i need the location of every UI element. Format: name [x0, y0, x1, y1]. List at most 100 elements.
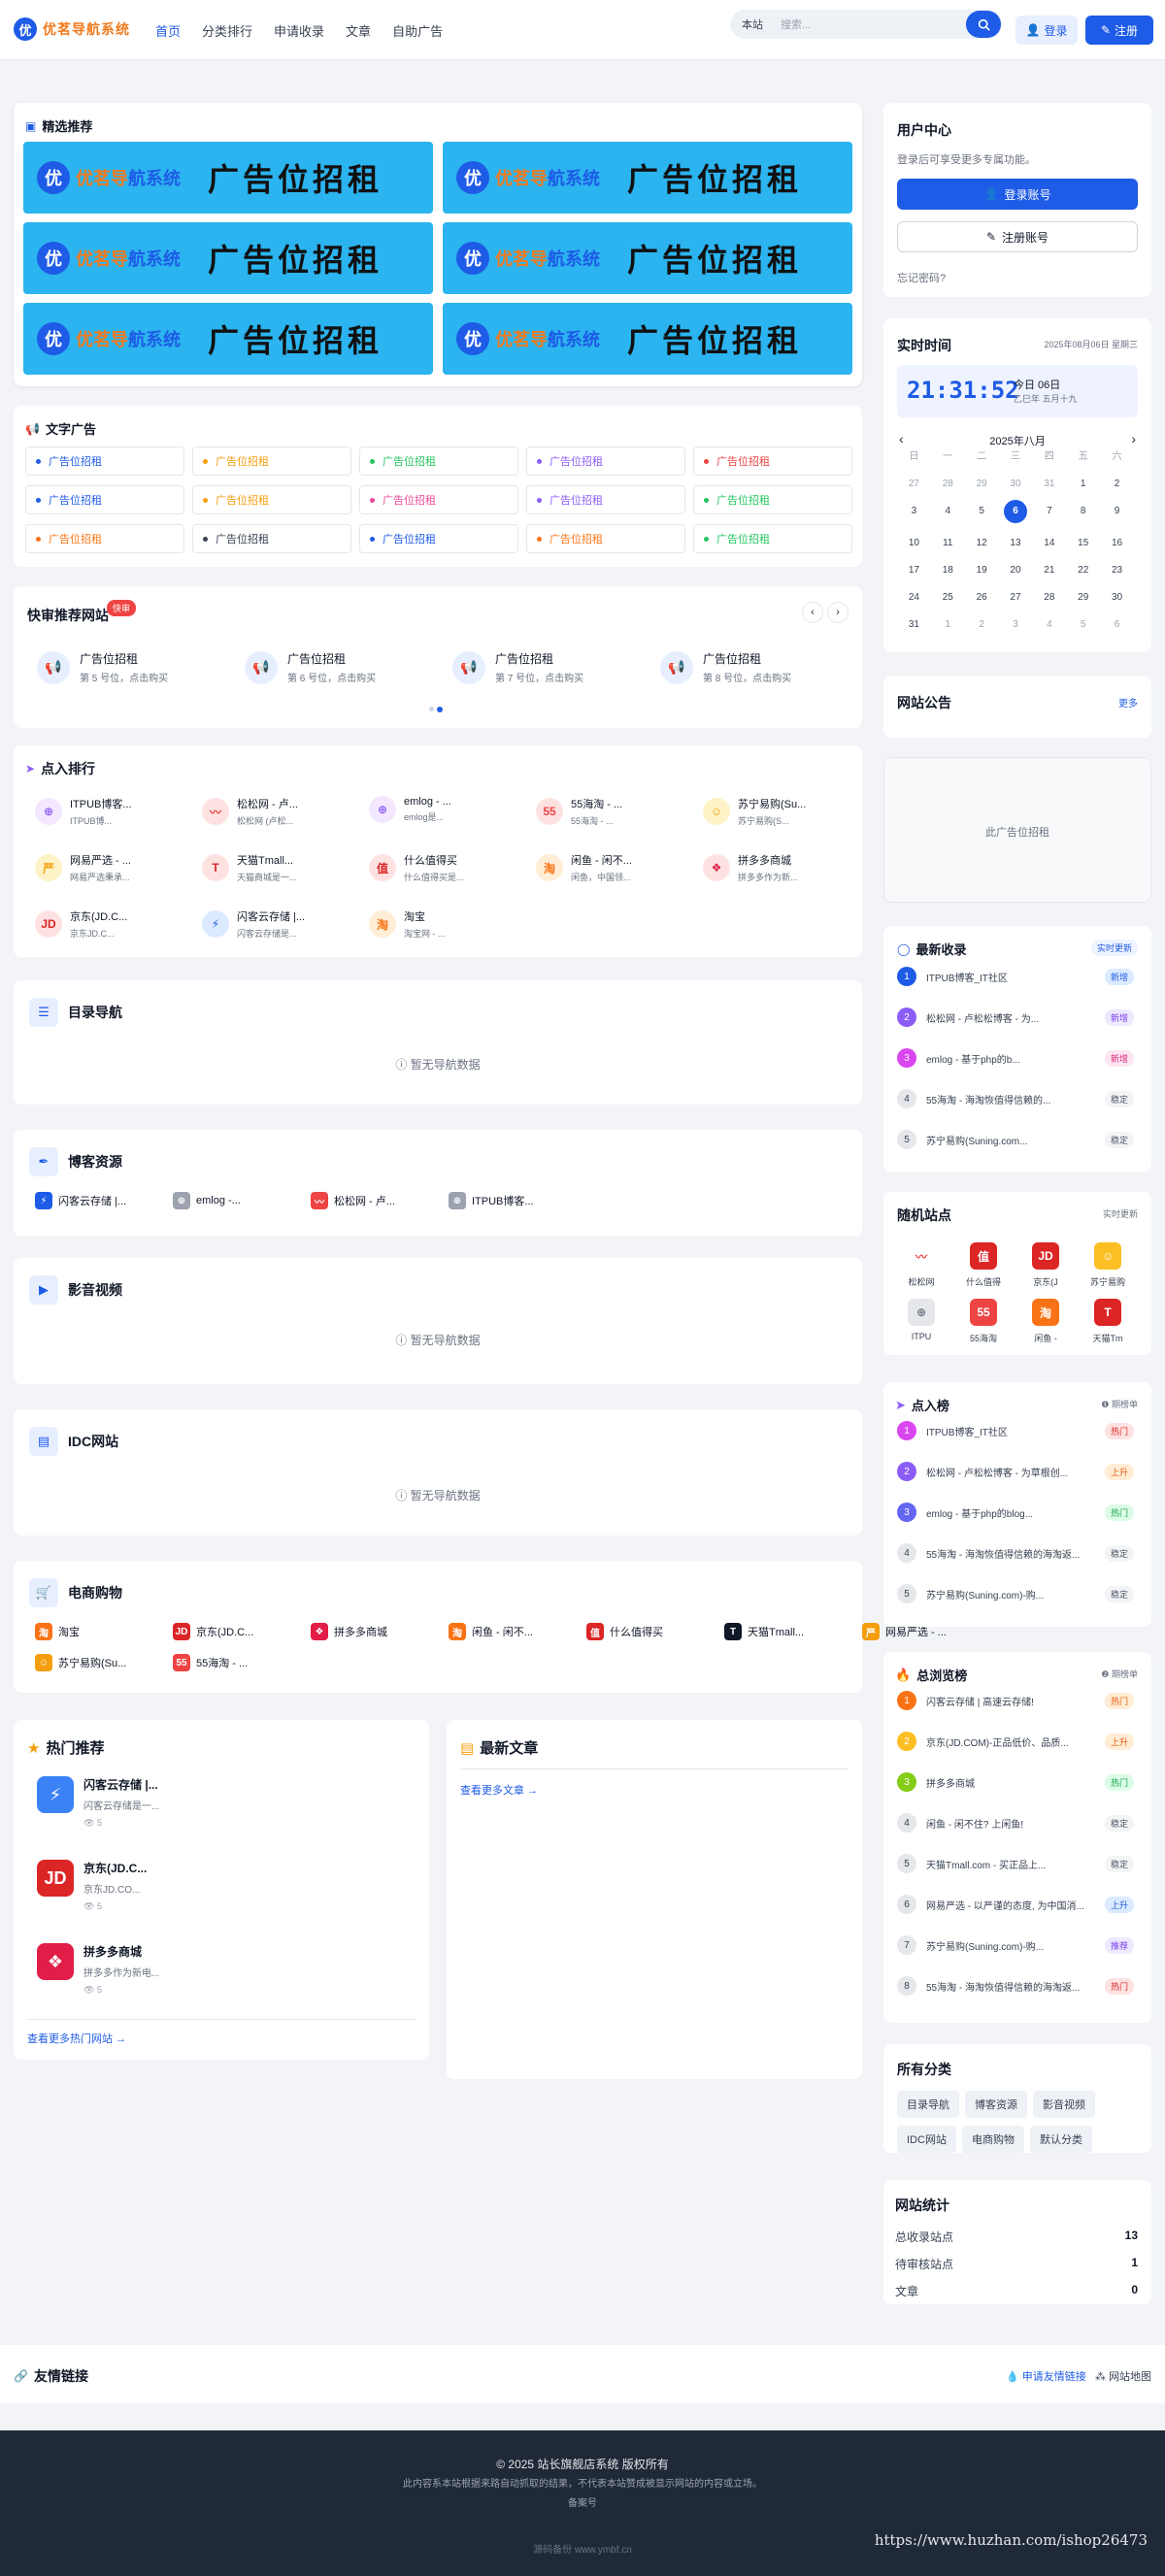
calendar-day[interactable]: 28 — [931, 478, 965, 491]
calendar-day[interactable]: 3 — [999, 618, 1033, 632]
quick-review-item[interactable]: 📢 广告位招租第 6 号位，点击购买 — [245, 650, 376, 684]
shop-site-link[interactable]: 淘淘宝 — [35, 1623, 80, 1640]
text-ad-item[interactable]: 广告位招租 — [192, 485, 351, 514]
rank-row[interactable]: 3 拼多多商城 热门 — [897, 1772, 1134, 1792]
rank-row[interactable]: 7 苏宁易购(Suning.com)-购... 推荐 — [897, 1935, 1134, 1955]
click-rank-item[interactable]: ⊕ ITPUB博客... ITPUB博... — [35, 796, 181, 827]
calendar-day[interactable]: 4 — [1032, 618, 1066, 632]
calendar-day[interactable]: 23 — [1100, 564, 1134, 578]
text-ad-item[interactable]: 广告位招租 — [25, 485, 184, 514]
calendar-day[interactable]: 27 — [897, 478, 931, 491]
rank-row[interactable]: 1 ITPUB博客_IT社区 新增 — [897, 967, 1134, 986]
blog-site-link[interactable]: 〰松松网 - 卢... — [311, 1192, 395, 1209]
click-rank-item[interactable]: 值什么值得买 什么值得买是... — [369, 852, 515, 883]
hot-item[interactable]: ❖ 拼多多商城 拼多多作为新电... 👁 5 — [37, 1943, 159, 1996]
hot-more-link[interactable]: 查看更多热门网站 → — [27, 2031, 126, 2046]
hot-item[interactable]: ⚡ 闪客云存储 |... 闪客云存储是一... 👁 5 — [37, 1776, 159, 1829]
apply-link-button[interactable]: 💧 申请友情链接 — [1006, 2368, 1086, 2384]
carousel-dot-active[interactable] — [437, 707, 443, 712]
calendar-day[interactable]: 28 — [1032, 591, 1066, 605]
category-chip[interactable]: 电商购物 — [961, 2126, 1024, 2153]
shop-site-link[interactable]: T 天猫Tmall... — [724, 1623, 804, 1640]
quick-review-item[interactable]: 📢 广告位招租第 5 号位，点击购买 — [37, 650, 168, 684]
calendar-day[interactable]: 20 — [999, 564, 1033, 578]
calendar-day[interactable]: 5 — [1066, 618, 1100, 632]
ad-banner[interactable]: 优优茗导航系统 广告位招租 — [23, 303, 433, 375]
nav-selfad[interactable]: 自助广告 — [392, 21, 443, 40]
click-rank-item[interactable]: 淘闲鱼 - 闲不... 闲鱼，中国领... — [536, 852, 682, 883]
calendar-day[interactable]: 15 — [1066, 537, 1100, 550]
quick-review-item[interactable]: 📢 广告位招租第 8 号位，点击购买 — [660, 650, 791, 684]
rank-row[interactable]: 5 天猫Tmall.com - 买正品上... 稳定 — [897, 1854, 1134, 1873]
rank-row[interactable]: 8 55海淘 - 海淘恢值得信赖的海淘返... 热门 — [897, 1976, 1134, 1996]
calendar-day[interactable]: 29 — [1066, 591, 1100, 605]
calendar-day[interactable]: 2 — [1100, 478, 1134, 491]
click-rank-item[interactable]: 严网易严选 - ... 网易严选秉承... — [35, 852, 181, 883]
text-ad-item[interactable]: 广告位招租 — [526, 524, 685, 553]
carousel-dot[interactable] — [429, 707, 434, 711]
calendar-day[interactable]: 16 — [1100, 537, 1134, 550]
calendar-day[interactable]: 21 — [1032, 564, 1066, 578]
calendar-day[interactable]: 3 — [897, 505, 931, 518]
quick-review-item[interactable]: 📢 广告位招租第 7 号位，点击购买 — [452, 650, 583, 684]
random-site[interactable]: 〰松松网 — [897, 1242, 946, 1288]
rank-row[interactable]: 6 网易严选 - 以严谨的态度, 为中国消... 上升 — [897, 1895, 1134, 1914]
click-rank-item[interactable]: JD 京东(JD.C... 京东JD.C... — [35, 908, 181, 940]
shop-site-link[interactable]: ❖ 拼多多商城 — [311, 1623, 387, 1640]
calendar-day[interactable]: 13 — [999, 537, 1033, 550]
forgot-password-link[interactable]: 忘记密码? — [897, 270, 946, 285]
category-chip[interactable]: 博客资源 — [965, 2091, 1027, 2118]
shop-site-link[interactable]: 淘闲鱼 - 闲不... — [449, 1623, 533, 1640]
text-ad-item[interactable]: 广告位招租 — [693, 524, 852, 553]
text-ad-item[interactable]: 广告位招租 — [359, 524, 518, 553]
rank-row[interactable]: 4 闲鱼 - 闲不住? 上闲鱼! 稳定 — [897, 1813, 1134, 1833]
rank-row[interactable]: 2 松松网 - 卢松松博客 - 为草根创... 上升 — [897, 1462, 1134, 1481]
category-chip[interactable]: IDC网站 — [897, 2126, 956, 2153]
calendar-day[interactable]: 26 — [965, 591, 999, 605]
rank-row[interactable]: 2 京东(JD.COM)-正品低价、品质... 上升 — [897, 1732, 1134, 1751]
text-ad-item[interactable]: 广告位招租 — [693, 446, 852, 476]
calendar-day[interactable]: 27 — [999, 591, 1033, 605]
calendar-day[interactable]: 9 — [1100, 505, 1134, 518]
calendar-day[interactable]: 1 — [1066, 478, 1100, 491]
text-ad-item[interactable]: 广告位招租 — [526, 446, 685, 476]
next-arrow-button[interactable]: › — [827, 602, 849, 623]
calendar-day[interactable]: 14 — [1032, 537, 1066, 550]
text-ad-item[interactable]: 广告位招租 — [192, 446, 351, 476]
calendar-day[interactable]: 8 — [1066, 505, 1100, 518]
click-rank-item[interactable]: 55 55海淘 - ... 55海淘 - ... — [536, 796, 682, 827]
hot-item[interactable]: JD 京东(JD.C... 京东JD.CO... 👁 5 — [37, 1860, 147, 1912]
rank-row[interactable]: 1 闪客云存储 | 高速云存储! 热门 — [897, 1691, 1134, 1710]
ad-banner[interactable]: 优优茗导航系统 广告位招租 — [23, 142, 433, 214]
shop-site-link[interactable]: JD 京东(JD.C... — [173, 1623, 253, 1640]
random-site[interactable]: 55 55海淘 — [959, 1299, 1008, 1344]
rank-row[interactable]: 3 emlog - 基于php的blog... 热门 — [897, 1503, 1134, 1522]
calendar-day[interactable]: 30 — [999, 478, 1033, 491]
text-ad-item[interactable]: 广告位招租 — [25, 524, 184, 553]
login-button[interactable]: 👤 登录 — [1015, 16, 1078, 45]
rank-row[interactable]: 4 55海淘 - 海淘恢值得信赖的海淘返... 稳定 — [897, 1543, 1134, 1563]
calendar-day[interactable]: 31 — [897, 618, 931, 632]
calendar-day[interactable]: 25 — [931, 591, 965, 605]
random-site[interactable]: ⊕ ITPU — [897, 1299, 946, 1341]
category-chip[interactable]: 目录导航 — [897, 2091, 959, 2118]
articles-more-link[interactable]: 查看更多文章 → — [460, 1782, 538, 1798]
calendar-day[interactable]: 4 — [931, 505, 965, 518]
click-rank-item[interactable]: 〰松松网 - 卢... 松松网 (卢松... — [202, 796, 348, 827]
text-ad-item[interactable]: 广告位招租 — [359, 446, 518, 476]
rank-row[interactable]: 1 ITPUB博客_IT社区 热门 — [897, 1421, 1134, 1440]
calendar-day[interactable]: 1 — [931, 618, 965, 632]
calendar-day[interactable]: 18 — [931, 564, 965, 578]
click-rank-item[interactable]: T 天猫Tmall... 天猫商城是一... — [202, 852, 348, 883]
footer-beian[interactable]: 备案号 — [0, 2494, 1165, 2509]
calendar-day-today[interactable]: 6 — [1003, 500, 1027, 523]
click-rank-item[interactable]: ⚡ 闪客云存储 |... 闪客云存储是... — [202, 908, 348, 940]
rank-row[interactable]: 5 苏宁易购(Suning.com)-购... 稳定 — [897, 1584, 1134, 1603]
search-scope[interactable]: 本站 — [730, 17, 773, 32]
category-chip[interactable]: 默认分类 — [1029, 2126, 1092, 2153]
ad-banner[interactable]: 优优茗导航系统 广告位招租 — [443, 303, 852, 375]
click-rank-item[interactable]: 淘淘宝 淘宝网 - ... — [369, 908, 515, 940]
shop-site-link[interactable]: 值什么值得买 — [586, 1623, 663, 1640]
user-login-button[interactable]: 👤 登录账号 — [897, 179, 1138, 210]
nav-articles[interactable]: 文章 — [346, 21, 371, 40]
